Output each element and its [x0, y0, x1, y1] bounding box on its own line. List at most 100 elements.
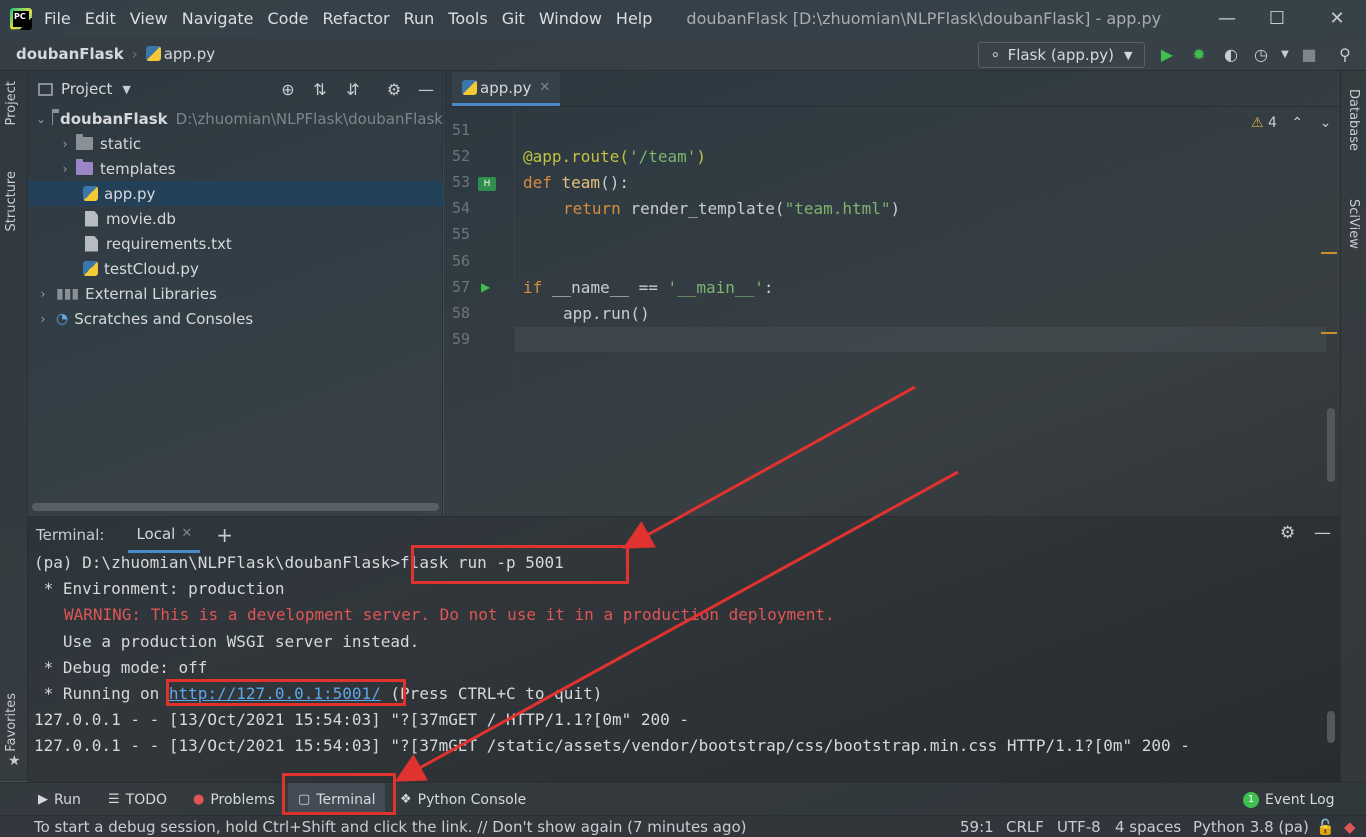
menu-help[interactable]: Help: [616, 9, 652, 28]
chevron-right-icon[interactable]: ›: [58, 137, 72, 151]
expand-all-icon[interactable]: ⇅: [310, 79, 330, 99]
error-stripe-marker[interactable]: [1321, 252, 1337, 254]
scratches-icon: ◔: [56, 310, 69, 327]
terminal-log-line: 127.0.0.1 - - [13/Oct/2021 15:54:03] "?[…: [34, 710, 690, 729]
tree-item-movie-db[interactable]: movie.db: [28, 206, 443, 231]
warning-count: 4: [1268, 115, 1277, 131]
run-icon[interactable]: ▶: [1157, 44, 1177, 64]
debug-icon[interactable]: ✹: [1189, 44, 1209, 64]
tree-item-static[interactable]: › static: [28, 131, 443, 156]
route-gutter-icon[interactable]: H: [478, 177, 496, 191]
terminal-vertical-scrollbar[interactable]: [1327, 711, 1335, 743]
run-gutter-icon[interactable]: ▶: [481, 280, 490, 294]
notification-icon[interactable]: ◆: [1344, 816, 1356, 837]
close-tab-icon[interactable]: ✕: [181, 526, 192, 541]
annotation-box-url: [166, 679, 406, 706]
previous-highlight-icon[interactable]: ⌃: [1291, 115, 1303, 131]
tool-tab-problems[interactable]: ● Problems: [193, 783, 275, 816]
menu-code[interactable]: Code: [268, 9, 309, 28]
line-number: 58: [451, 304, 470, 322]
run-configuration-select[interactable]: ⚬ Flask (app.py) ▼: [978, 42, 1145, 68]
status-interpreter[interactable]: Python 3.8 (pa): [1193, 816, 1309, 837]
status-position[interactable]: 59:1: [960, 816, 994, 837]
project-panel-header: Project ▼: [28, 71, 442, 107]
code-line-58[interactable]: app.run(): [563, 304, 650, 323]
menu-run[interactable]: Run: [404, 9, 435, 28]
tool-tab-python-console[interactable]: ❖ Python Console: [400, 783, 526, 816]
next-highlight-icon[interactable]: ⌄: [1320, 115, 1332, 131]
profile-icon[interactable]: ◷: [1251, 44, 1271, 64]
status-line-separator[interactable]: CRLF: [1006, 816, 1044, 837]
gear-icon[interactable]: ⚙: [1280, 523, 1295, 543]
more-run-chevron-icon[interactable]: ▼: [1275, 44, 1295, 64]
close-icon[interactable]: ✕: [1314, 0, 1360, 37]
menu-file[interactable]: File: [44, 9, 71, 28]
chevron-down-icon: ▼: [1123, 48, 1133, 62]
hide-panel-icon[interactable]: —: [416, 79, 436, 99]
search-icon[interactable]: ⚲: [1335, 44, 1355, 64]
gear-icon[interactable]: ⚙: [384, 79, 404, 99]
status-message[interactable]: To start a debug session, hold Ctrl+Shif…: [34, 816, 747, 837]
logo-text: PC: [13, 10, 29, 27]
library-icon: ▮▮▮: [56, 285, 80, 302]
editor-tab-app-py[interactable]: app.py ✕: [452, 72, 561, 106]
favorites-tool-tab[interactable]: Favorites: [4, 693, 19, 752]
code-line-54[interactable]: return render_template("team.html"): [563, 199, 900, 218]
menu-navigate[interactable]: Navigate: [182, 9, 254, 28]
tree-item-templates[interactable]: › templates: [28, 156, 443, 181]
terminal-tab-local[interactable]: Local ✕: [128, 517, 201, 553]
chevron-down-icon[interactable]: ▼: [122, 83, 130, 96]
lock-icon[interactable]: 🔓: [1316, 816, 1335, 837]
tree-item-app-py[interactable]: app.py: [28, 181, 443, 206]
menu-refactor[interactable]: Refactor: [322, 9, 389, 28]
breadcrumb-file[interactable]: app.py: [164, 45, 215, 63]
error-stripe-marker[interactable]: [1321, 332, 1337, 334]
chevron-right-icon[interactable]: ›: [36, 287, 50, 301]
menu-window[interactable]: Window: [539, 9, 602, 28]
chevron-down-icon[interactable]: ⌄: [36, 112, 46, 126]
terminal-log-line: 127.0.0.1 - - [13/Oct/2021 15:54:03] "?[…: [34, 736, 1190, 755]
menu-edit[interactable]: Edit: [85, 9, 116, 28]
status-encoding[interactable]: UTF-8: [1057, 816, 1101, 837]
chevron-right-icon[interactable]: ›: [58, 162, 72, 176]
code-line-57[interactable]: if __name__ == '__main__':: [523, 278, 773, 297]
stop-icon[interactable]: ■: [1299, 44, 1319, 64]
inspection-widget[interactable]: ⚠ 4 ⌃ ⌄: [1251, 115, 1331, 131]
coverage-icon[interactable]: ◐: [1221, 44, 1241, 64]
tree-item-external-libraries[interactable]: › ▮▮▮ External Libraries: [28, 281, 443, 306]
folder-icon: [52, 109, 59, 125]
tool-tab-run[interactable]: ▶ Run: [38, 783, 81, 816]
menu-view[interactable]: View: [130, 9, 168, 28]
project-horizontal-scrollbar[interactable]: [32, 503, 439, 511]
tree-item-testcloud[interactable]: testCloud.py: [28, 256, 443, 281]
status-indent[interactable]: 4 spaces: [1115, 816, 1181, 837]
tool-tab-todo[interactable]: ☰ TODO: [108, 783, 167, 816]
editor-vertical-scrollbar[interactable]: [1327, 408, 1335, 482]
close-tab-icon[interactable]: ✕: [539, 80, 550, 95]
minimize-icon[interactable]: —: [1204, 0, 1250, 37]
database-tool-tab[interactable]: Database: [1346, 89, 1361, 151]
tool-tab-event-log[interactable]: 1 Event Log: [1243, 783, 1335, 816]
locate-icon[interactable]: ⊕: [278, 79, 298, 99]
pycharm-logo-icon[interactable]: PC: [10, 7, 32, 30]
project-panel-title[interactable]: Project: [61, 80, 112, 98]
collapse-all-icon[interactable]: ⇵: [343, 79, 363, 99]
code-line-53[interactable]: def team():: [523, 173, 629, 192]
tree-item-label: External Libraries: [85, 284, 217, 303]
maximize-icon[interactable]: ☐: [1254, 0, 1300, 37]
project-tool-tab[interactable]: Project: [4, 81, 19, 125]
tree-item-requirements[interactable]: requirements.txt: [28, 231, 443, 256]
tree-root[interactable]: ⌄ doubanFlask D:\zhuomian\NLPFlask\douba…: [28, 106, 443, 131]
hide-panel-icon[interactable]: —: [1314, 523, 1331, 543]
sciview-tool-tab[interactable]: SciView: [1346, 199, 1361, 249]
add-terminal-icon[interactable]: +: [216, 523, 233, 547]
menu-git[interactable]: Git: [502, 9, 525, 28]
code-line-52[interactable]: @app.route('/team'): [523, 147, 706, 166]
line-number: 59: [451, 330, 470, 348]
menu-tools[interactable]: Tools: [448, 9, 487, 28]
breadcrumb-project[interactable]: doubanFlask: [16, 45, 124, 63]
tree-item-label: testCloud.py: [104, 259, 199, 278]
chevron-right-icon[interactable]: ›: [36, 312, 50, 326]
tree-item-scratches[interactable]: › ◔ Scratches and Consoles: [28, 306, 443, 331]
structure-tool-tab[interactable]: Structure: [4, 171, 19, 231]
